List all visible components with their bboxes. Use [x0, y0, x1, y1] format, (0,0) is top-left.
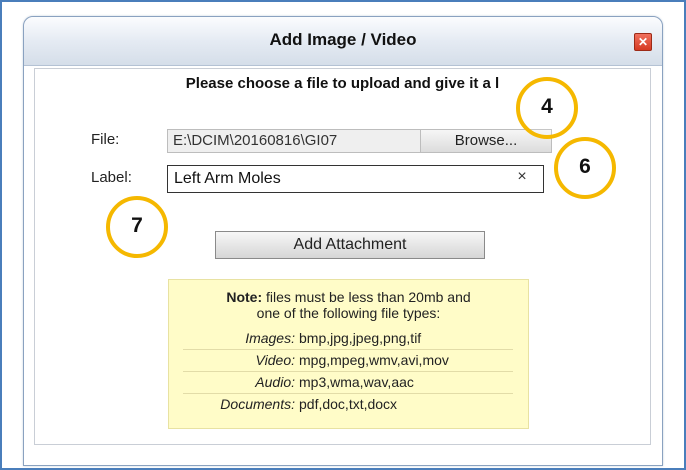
clear-icon[interactable]: × [513, 168, 531, 186]
add-attachment-button[interactable]: Add Attachment [215, 231, 485, 259]
file-type-note: Note: files must be less than 20mb and o… [168, 279, 529, 429]
callout-7: 7 [106, 196, 168, 258]
note-bold-label: Note: [226, 289, 263, 305]
file-type-extensions: pdf,doc,txt,docx [299, 396, 398, 412]
file-type-row: Documents: pdf,doc,txt,docx [183, 394, 513, 415]
close-button[interactable]: ✕ [634, 33, 652, 51]
file-types-list: Images: bmp,jpg,jpeg,png,tif Video: mpg,… [183, 328, 513, 415]
file-picker[interactable]: E:\DCIM\20160816\GI07 Browse... [167, 129, 552, 153]
file-type-name: Audio: [255, 374, 295, 390]
note-line-1: files must be less than 20mb and [262, 289, 471, 305]
callout-6: 6 [554, 137, 616, 199]
dialog-titlebar[interactable]: Add Image / Video ✕ [24, 17, 662, 66]
file-type-name: Images: [245, 330, 295, 346]
file-type-row: Video: mpg,mpeg,wmv,avi,mov [183, 350, 513, 372]
close-icon: ✕ [637, 35, 649, 49]
label-input[interactable] [167, 165, 544, 193]
file-type-row: Images: bmp,jpg,jpeg,png,tif [183, 328, 513, 350]
dialog-title: Add Image / Video [269, 30, 417, 49]
file-type-extensions: mp3,wma,wav,aac [299, 374, 414, 390]
note-header: Note: files must be less than 20mb and o… [169, 289, 528, 321]
note-line-2: one of the following file types: [256, 305, 441, 321]
file-type-name: Documents: [220, 396, 295, 412]
callout-4: 4 [516, 77, 578, 139]
file-type-row: Audio: mp3,wma,wav,aac [183, 372, 513, 394]
file-type-extensions: mpg,mpeg,wmv,avi,mov [299, 352, 449, 368]
file-path-field[interactable]: E:\DCIM\20160816\GI07 [168, 130, 421, 152]
label-label: Label: [91, 169, 132, 186]
file-label: File: [91, 131, 120, 148]
file-type-name: Video: [255, 352, 295, 368]
file-type-extensions: bmp,jpg,jpeg,png,tif [299, 330, 422, 346]
